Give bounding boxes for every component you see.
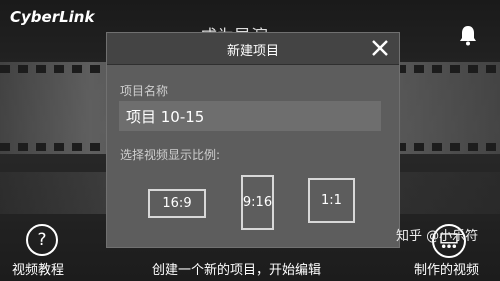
my-videos-label[interactable]: 制作的视频 — [414, 259, 479, 278]
tutorial-label[interactable]: 视频教程 — [12, 259, 64, 278]
close-icon[interactable] — [369, 37, 391, 59]
project-name-label: 项目名称 — [120, 84, 169, 98]
watermark: 知乎 @小乐符 — [396, 229, 479, 244]
app-screen: CyberLink 成为导演 新建项目 项目名称 选择视频显示比例: 16:9 … — [0, 0, 500, 281]
question-icon[interactable]: ? — [26, 224, 58, 256]
ratio-9-16-button[interactable]: 9:16 — [241, 175, 274, 230]
ratio-16-9-button[interactable]: 16:9 — [148, 189, 206, 218]
dialog-title: 新建项目 — [226, 44, 279, 59]
aspect-ratio-label: 选择视频显示比例: — [120, 148, 221, 162]
project-name-input[interactable] — [119, 101, 381, 131]
ratio-1-1-button[interactable]: 1:1 — [308, 178, 355, 223]
cyberlink-logo: CyberLink — [10, 8, 95, 26]
bell-icon[interactable] — [458, 24, 478, 46]
create-project-hint: 创建一个新的项目，开始编辑 — [152, 263, 322, 278]
new-project-dialog: 新建项目 项目名称 选择视频显示比例: 16:9 9:16 1:1 — [106, 32, 400, 248]
dialog-header: 新建项目 — [107, 33, 399, 65]
